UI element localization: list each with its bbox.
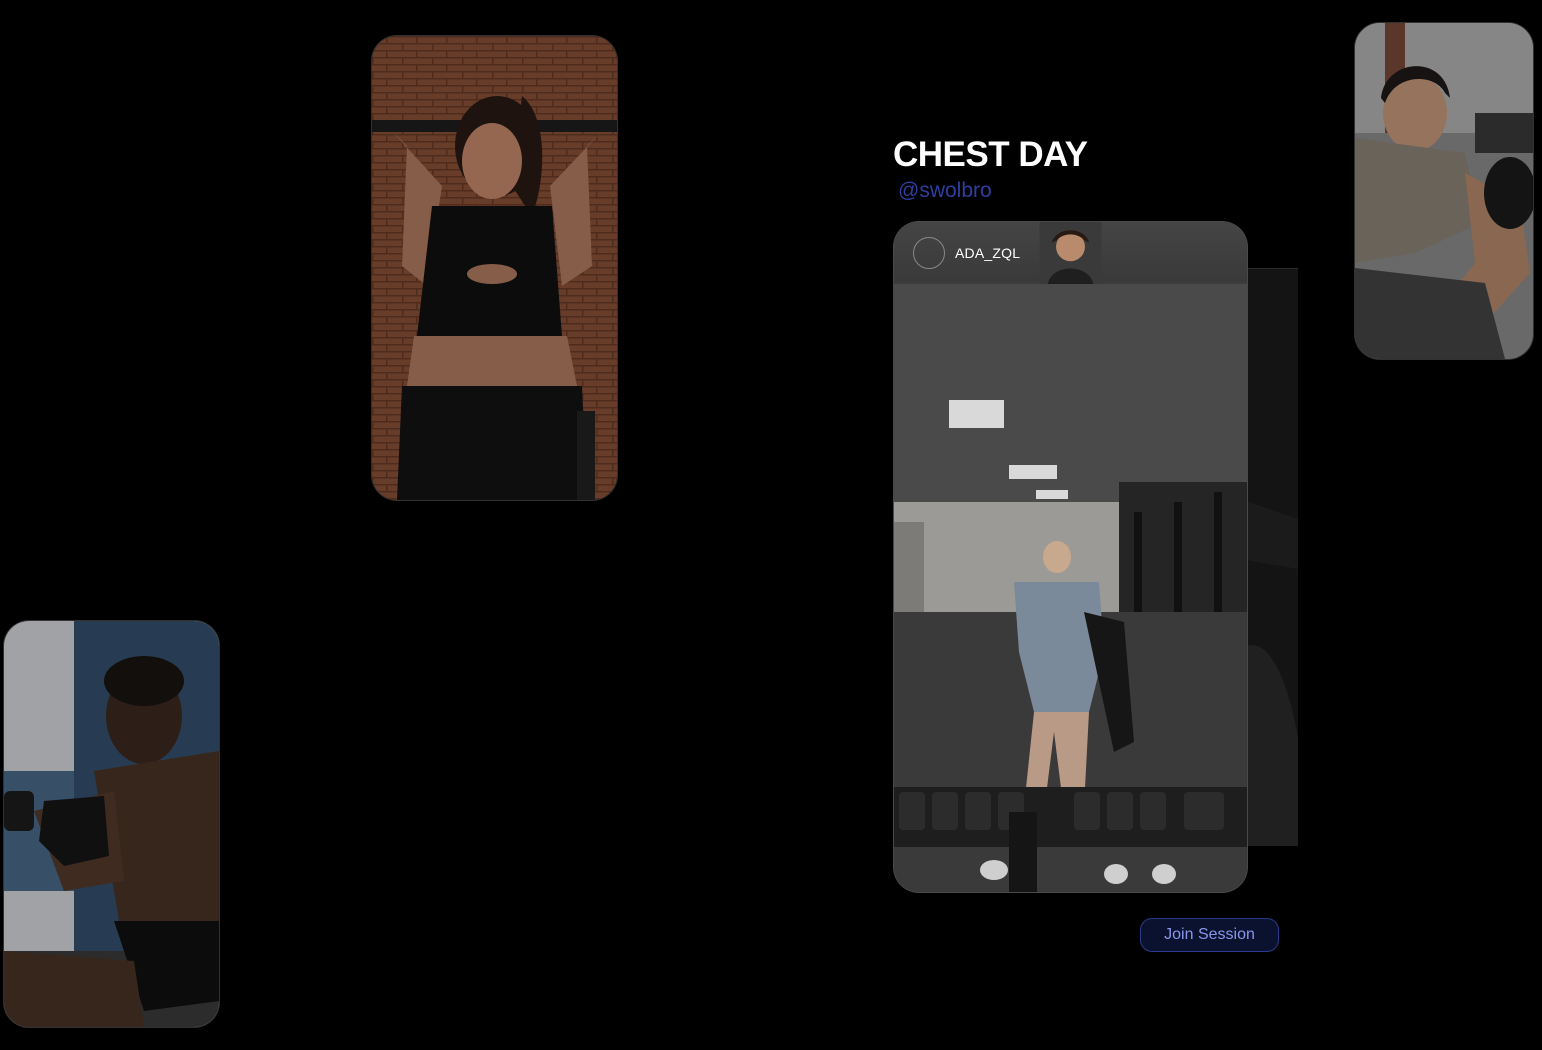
photo-card-woman-pullup-bar[interactable]: [371, 35, 618, 501]
photo-card-man-bicep-curl[interactable]: [1354, 22, 1534, 360]
session-handle[interactable]: @swolbro: [898, 178, 992, 204]
post-photo-gym-selfie: [894, 222, 1247, 892]
avatar[interactable]: [913, 222, 1102, 284]
join-session-button[interactable]: Join Session: [1140, 918, 1279, 952]
photo-card-man-dumbbell[interactable]: [3, 620, 220, 1028]
post-header: ADA_ZQL: [894, 222, 1247, 284]
photo-man-dumbbell: [4, 621, 219, 1027]
session-title: CHEST DAY: [893, 135, 1088, 174]
photo-man-bicep-curl: [1355, 23, 1533, 359]
user-avatar-icon: [1039, 222, 1102, 284]
session-post-card[interactable]: ADA_ZQL: [893, 221, 1248, 893]
stacked-card-behind: [1240, 268, 1298, 846]
photo-woman-pullup-bar: [372, 36, 617, 500]
photo-stacked-card: [1240, 269, 1298, 846]
